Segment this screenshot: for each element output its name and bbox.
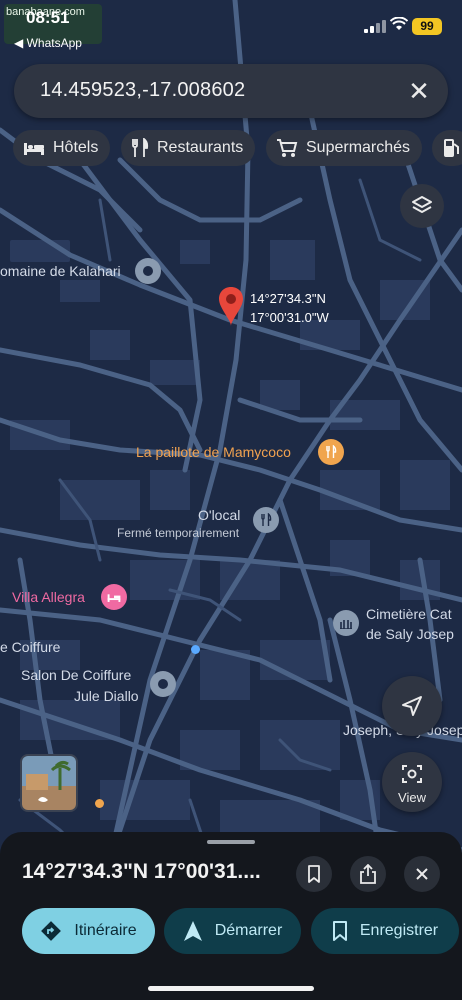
place-label-mamycoco[interactable]: La paillote de Mamycoco xyxy=(136,444,291,460)
home-indicator xyxy=(148,986,314,991)
maps-screen: banabaane.com 08:51 ◀ WhatsApp 99 14.459… xyxy=(0,0,462,1000)
bed-icon xyxy=(107,593,121,602)
pin-latitude: 14°27'34.3"N xyxy=(250,291,326,306)
place-label-coiffure[interactable]: e Coiffure xyxy=(0,639,60,655)
save-icon-button[interactable] xyxy=(296,856,332,892)
directions-label: Itinéraire xyxy=(74,922,137,939)
navigation-arrow-icon xyxy=(183,921,202,941)
view-button-label: View xyxy=(398,790,426,805)
battery-indicator: 99 xyxy=(412,18,442,35)
place-label-olocal[interactable]: O'local xyxy=(198,507,240,523)
chip-label: Restaurants xyxy=(157,139,244,156)
bookmark-icon xyxy=(308,865,320,883)
sheet-title: 14°27'34.3"N 17°00'31.... xyxy=(22,860,261,883)
status-time: 08:51 xyxy=(26,8,70,27)
hotel-marker-villa-allegra[interactable] xyxy=(101,584,127,610)
navigation-arrow-icon xyxy=(402,696,422,716)
directions-button[interactable]: Itinéraire xyxy=(22,908,155,954)
map-layers-button[interactable] xyxy=(400,184,444,228)
cellular-signal-icon xyxy=(364,20,386,33)
start-button[interactable]: Démarrer xyxy=(164,908,301,954)
cart-icon xyxy=(277,139,298,157)
recenter-button[interactable] xyxy=(382,676,442,736)
location-dot xyxy=(191,645,200,654)
dropped-pin-icon[interactable] xyxy=(218,286,244,328)
place-label-kalahari[interactable]: omaine de Kalahari xyxy=(0,263,121,279)
layers-icon xyxy=(412,196,432,213)
category-chips: Hôtels Restaurants Supermarchés xyxy=(13,130,462,166)
place-label-salon-1[interactable]: Salon De Coiffure xyxy=(21,667,131,683)
bed-icon xyxy=(24,143,44,155)
place-label-cimetiere-2[interactable]: de Saly Josep xyxy=(366,626,454,642)
cemetery-icon xyxy=(340,620,352,629)
save-button[interactable]: Enregistrer xyxy=(311,908,459,954)
directions-icon xyxy=(41,921,62,941)
place-label-villa-allegra[interactable]: Villa Allegra xyxy=(12,589,85,605)
chip-label: Supermarchés xyxy=(306,139,411,156)
view-button[interactable]: View xyxy=(382,752,442,812)
search-bar[interactable]: 14.459523,-17.008602 ✕ xyxy=(14,64,448,118)
chip-supermarkets[interactable]: Supermarchés xyxy=(266,130,423,166)
share-button[interactable] xyxy=(350,856,386,892)
place-marker-kalahari[interactable] xyxy=(135,258,161,284)
search-value[interactable]: 14.459523,-17.008602 xyxy=(40,79,245,102)
chip-hotels[interactable]: Hôtels xyxy=(13,130,111,166)
place-label-cimetiere-1[interactable]: Cimetière Cat xyxy=(366,606,452,622)
chip-label: Hôtels xyxy=(53,139,99,156)
save-label: Enregistrer xyxy=(359,922,439,939)
pin-longitude: 17°00'31.0"W xyxy=(250,310,329,325)
place-bottom-sheet[interactable]: 14°27'34.3"N 17°00'31.... Itinéraire Dém… xyxy=(0,832,462,1000)
fork-knife-icon xyxy=(261,513,272,526)
cemetery-marker[interactable] xyxy=(333,610,359,636)
fuel-icon xyxy=(444,139,459,157)
wifi-icon xyxy=(390,17,408,30)
fork-knife-icon xyxy=(326,445,337,458)
sheet-drag-handle[interactable] xyxy=(207,840,255,844)
pin-coordinates: 14°27'34.3"N 17°00'31.0"W xyxy=(250,289,329,327)
street-view-thumbnail[interactable] xyxy=(20,754,78,812)
chip-gas-stations[interactable] xyxy=(432,130,462,166)
restaurant-marker-mamycoco[interactable] xyxy=(318,439,344,465)
bookmark-icon xyxy=(332,921,347,941)
fork-knife-icon xyxy=(132,138,149,157)
restaurant-marker-olocal[interactable] xyxy=(253,507,279,533)
start-label: Démarrer xyxy=(214,922,283,939)
status-bar: banabaane.com 08:51 ◀ WhatsApp 99 xyxy=(0,0,462,54)
close-sheet-button[interactable] xyxy=(404,856,440,892)
place-status-olocal: Fermé temporairement xyxy=(117,526,240,540)
close-icon[interactable]: ✕ xyxy=(404,76,434,106)
share-icon xyxy=(360,864,376,884)
place-dot-icon xyxy=(143,266,153,276)
back-to-app-link[interactable]: ◀ WhatsApp xyxy=(14,36,82,50)
camera-view-icon xyxy=(402,765,422,783)
place-label-salon-2[interactable]: Jule Diallo xyxy=(74,688,139,704)
close-icon xyxy=(416,868,428,880)
chip-restaurants[interactable]: Restaurants xyxy=(121,130,256,166)
street-view-image xyxy=(22,756,76,810)
place-dot-icon xyxy=(158,679,168,689)
place-dot xyxy=(95,799,104,808)
place-marker-salon[interactable] xyxy=(150,671,176,697)
